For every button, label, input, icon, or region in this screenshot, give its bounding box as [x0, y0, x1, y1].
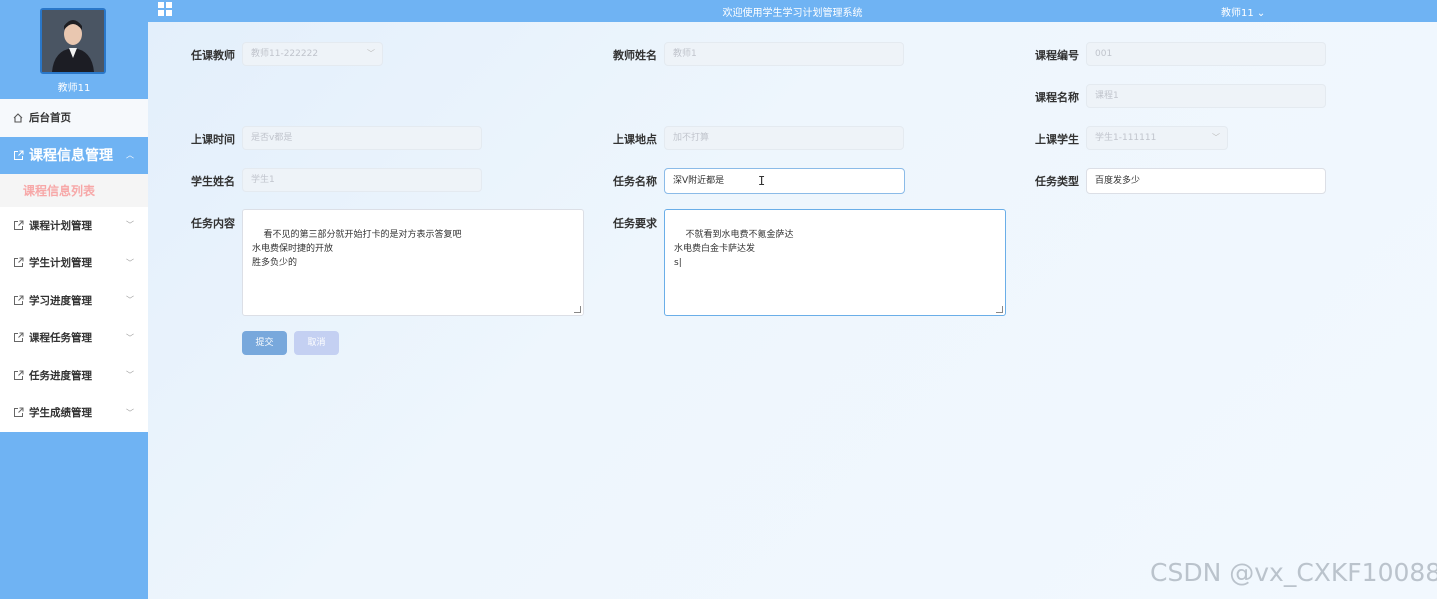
task-type-label: 任务类型 [1035, 175, 1079, 188]
class-student-select[interactable]: 学生1-111111 ﹀ [1086, 126, 1228, 150]
course-name-field[interactable]: 课程1 [1086, 84, 1326, 108]
watermark: CSDN @vx_CXKF10088 [1150, 558, 1437, 587]
student-name-label: 学生姓名 [191, 175, 235, 188]
external-link-icon [12, 219, 24, 231]
sidebar-item-student-score[interactable]: 学生成绩管理 ﹀ [0, 394, 148, 432]
sidebar-item-task-progress[interactable]: 任务进度管理 ﹀ [0, 356, 148, 394]
course-no-label: 课程编号 [1035, 49, 1079, 62]
sidebar-item-label: 后台首页 [29, 112, 71, 125]
chevron-down-icon: ﹀ [126, 408, 134, 418]
sidebar-item-label: 任务进度管理 [29, 369, 92, 382]
sidebar-item-course-plan[interactable]: 课程计划管理 ﹀ [0, 206, 148, 244]
external-link-icon [12, 149, 24, 161]
teacher-select[interactable]: 教师11-222222 ﹀ [242, 42, 383, 66]
teacher-select-value: 教师11-222222 [251, 49, 319, 59]
class-time-field[interactable]: 是否v都是 [242, 126, 482, 150]
sidebar-item-label: 学生成绩管理 [29, 407, 92, 420]
class-student-label: 上课学生 [1035, 133, 1079, 146]
task-content-text: 看不见的第三部分就开始打卡的是对方表示答复吧 水电费保时捷的开放 胜多负少的 [252, 230, 462, 268]
chevron-down-icon: ﹀ [1212, 133, 1220, 142]
sidebar-subitem-course-list[interactable]: 课程信息列表 [0, 173, 148, 207]
sidebar-item-label: 学生计划管理 [29, 257, 92, 270]
sidebar-item-study-progress[interactable]: 学习进度管理 ﹀ [0, 281, 148, 319]
external-link-icon [12, 407, 24, 419]
text-cursor-icon: I [758, 174, 766, 188]
submit-button[interactable]: 提交 [242, 331, 287, 355]
class-place-field[interactable]: 加不打算 [664, 126, 904, 150]
course-name-label: 课程名称 [1035, 91, 1079, 104]
teacher-label: 任课教师 [191, 49, 235, 62]
chevron-down-icon: ﹀ [126, 295, 134, 305]
user-menu[interactable]: 教师11 ⌄ [1221, 4, 1265, 19]
cancel-button[interactable]: 取消 [294, 331, 339, 355]
home-icon [12, 112, 24, 124]
resize-handle-icon[interactable] [996, 306, 1003, 313]
chevron-down-icon: ﹀ [126, 333, 134, 343]
profile-section: 教师11 [0, 0, 148, 99]
top-header: 欢迎使用学生学习计划管理系统 教师11 ⌄ [148, 0, 1437, 22]
sidebar-item-course-info[interactable]: 课程信息管理 ︿ [0, 136, 148, 174]
sidebar-menu: 后台首页 课程信息管理 ︿ 课程信息列表 课程计划管理 ﹀ 学生计划管理 ﹀ 学… [0, 99, 148, 432]
sidebar: 教师11 后台首页 课程信息管理 ︿ 课程信息列表 课程计划管理 ﹀ 学生计划管… [0, 0, 148, 599]
external-link-icon [12, 369, 24, 381]
teacher-name-field[interactable]: 教师1 [664, 42, 904, 66]
chevron-down-icon: ﹀ [126, 220, 134, 230]
teacher-name-label: 教师姓名 [613, 49, 657, 62]
sidebar-item-label: 课程任务管理 [29, 332, 92, 345]
course-no-field[interactable]: 001 [1086, 42, 1326, 66]
task-require-label: 任务要求 [613, 217, 657, 230]
chevron-down-icon: ﹀ [367, 49, 375, 58]
task-content-label: 任务内容 [191, 217, 235, 230]
avatar[interactable] [40, 8, 106, 74]
profile-name: 教师11 [57, 83, 91, 94]
external-link-icon [12, 257, 24, 269]
task-content-textarea[interactable]: 看不见的第三部分就开始打卡的是对方表示答复吧 水电费保时捷的开放 胜多负少的 [242, 209, 584, 316]
sidebar-item-student-plan[interactable]: 学生计划管理 ﹀ [0, 244, 148, 282]
sidebar-item-course-task[interactable]: 课程任务管理 ﹀ [0, 319, 148, 357]
resize-handle-icon[interactable] [574, 306, 581, 313]
task-require-text: 不就看到水电费不氪金萨达 水电费白金卡萨达发 s| [674, 230, 794, 268]
main-content: 任课教师 教师11-222222 ﹀ 教师姓名 教师1 课程编号 001 课程名… [148, 22, 1437, 599]
external-link-icon [12, 294, 24, 306]
chevron-down-icon: ﹀ [126, 370, 134, 380]
chevron-up-icon: ︿ [126, 150, 134, 160]
class-place-label: 上课地点 [613, 133, 657, 146]
task-name-input[interactable]: 深V附近都是 [664, 168, 905, 194]
class-student-select-value: 学生1-111111 [1095, 133, 1157, 143]
task-require-textarea[interactable]: 不就看到水电费不氪金萨达 水电费白金卡萨达发 s| [664, 209, 1006, 316]
sidebar-item-home[interactable]: 后台首页 [0, 99, 148, 137]
sidebar-item-label: 学习进度管理 [29, 294, 92, 307]
chevron-down-icon: ﹀ [126, 258, 134, 268]
sidebar-item-label: 课程信息管理 [29, 148, 113, 164]
task-type-input[interactable]: 百度发多少 [1086, 168, 1326, 194]
class-time-label: 上课时间 [191, 133, 235, 146]
external-link-icon [12, 332, 24, 344]
student-name-field[interactable]: 学生1 [242, 168, 482, 192]
task-name-label: 任务名称 [613, 175, 657, 188]
sidebar-item-label: 课程计划管理 [29, 219, 92, 232]
